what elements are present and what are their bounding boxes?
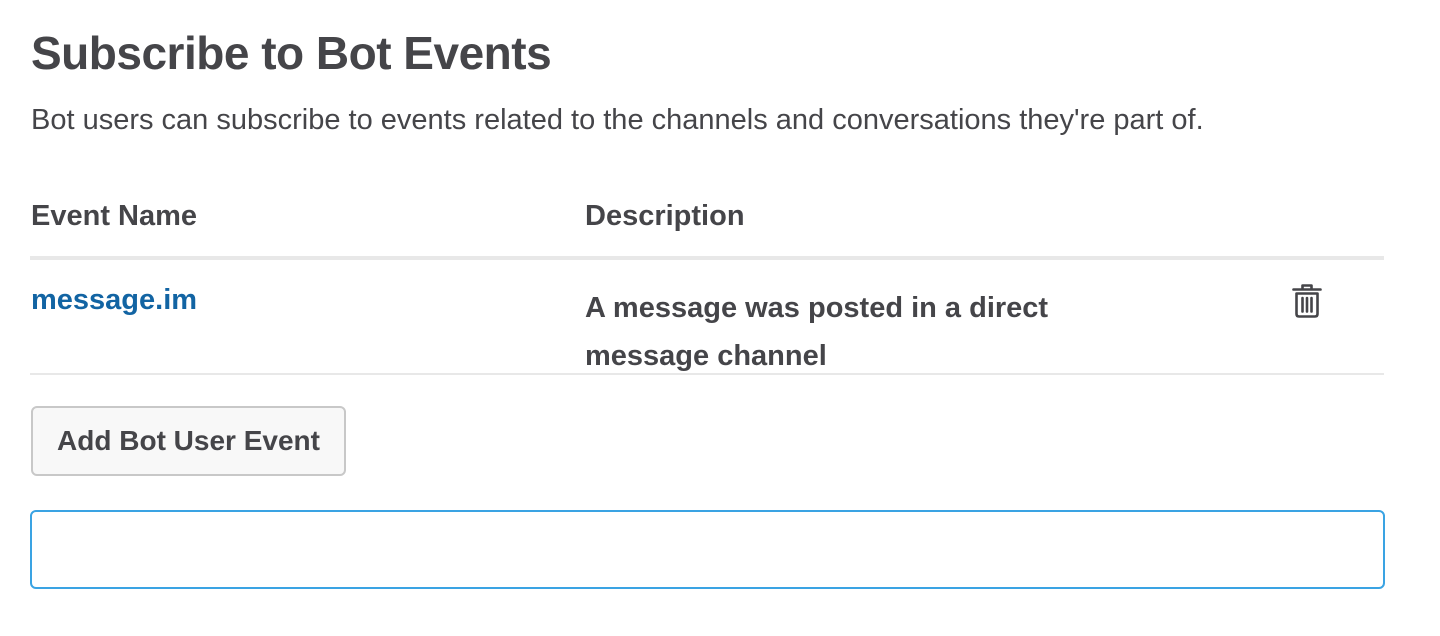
event-search-input[interactable] bbox=[30, 510, 1385, 589]
trash-icon bbox=[1292, 284, 1322, 318]
events-table: Event Name Description message.im A mess… bbox=[30, 190, 1384, 375]
event-description: A message was posted in a direct message… bbox=[585, 284, 1105, 380]
column-header-event-name: Event Name bbox=[31, 200, 198, 232]
add-bot-user-event-button[interactable]: Add Bot User Event bbox=[31, 406, 346, 476]
event-description-line: A message was posted in a direct bbox=[585, 292, 1049, 324]
event-description-line: message channel bbox=[585, 340, 827, 372]
event-name-link[interactable]: message.im bbox=[31, 284, 197, 317]
section-title: Subscribe to Bot Events bbox=[31, 27, 552, 79]
section-subtitle: Bot users can subscribe to events relate… bbox=[31, 104, 1204, 136]
table-row: message.im A message was posted in a dir… bbox=[30, 260, 1384, 375]
table-header: Event Name Description bbox=[30, 190, 1384, 260]
bot-events-section: Subscribe to Bot Events Bot users can su… bbox=[0, 0, 1440, 636]
delete-event-button[interactable] bbox=[1291, 283, 1323, 319]
column-header-description: Description bbox=[585, 200, 745, 232]
